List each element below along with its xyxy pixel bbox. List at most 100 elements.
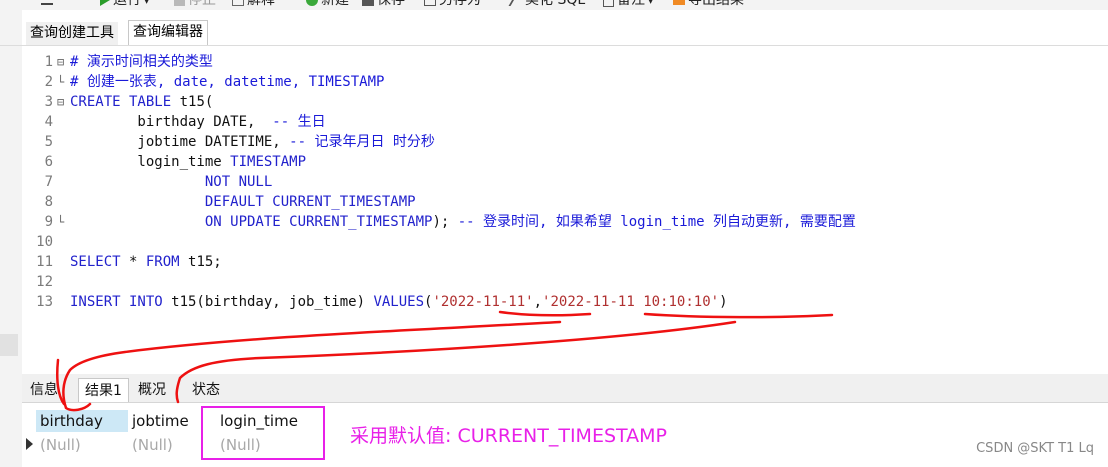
code-token: # 创建一张表, date, datetime, TIMESTAMP bbox=[70, 74, 385, 90]
code-line[interactable]: 11 SELECT * FROM t15; bbox=[22, 252, 1108, 272]
line-number: 6 bbox=[44, 154, 53, 170]
code-token: # 演示时间相关的类型 bbox=[70, 54, 213, 70]
code-token: ) bbox=[719, 294, 728, 310]
save-as-button[interactable]: 另存为 bbox=[424, 0, 481, 10]
line-number: 1 bbox=[44, 54, 53, 70]
code-token: TIMESTAMP bbox=[230, 154, 307, 170]
code-token: '2022-11-11' bbox=[432, 294, 534, 310]
code-token: login_time bbox=[70, 154, 231, 170]
tab-result-1[interactable]: 结果1 bbox=[78, 378, 129, 402]
code-text: login_time TIMESTAMP bbox=[70, 152, 306, 172]
line-number: 9 bbox=[44, 214, 53, 230]
code-line[interactable]: 7 NOT NULL bbox=[22, 172, 1108, 192]
save-icon bbox=[362, 0, 374, 6]
fold-marker-icon[interactable]: ⊟ bbox=[57, 92, 69, 112]
note-icon bbox=[603, 0, 614, 7]
export-results-button[interactable]: 导出结果 bbox=[673, 0, 744, 10]
watermark: CSDN @SKT T1 Lq bbox=[976, 441, 1094, 456]
wand-icon bbox=[508, 0, 526, 6]
code-token: t15; bbox=[179, 254, 222, 270]
code-line[interactable]: 8 DEFAULT CURRENT_TIMESTAMP bbox=[22, 192, 1108, 212]
tab-query-builder[interactable]: 查询创建工具 bbox=[26, 22, 118, 45]
sql-editor[interactable]: 1 ⊟ # 演示时间相关的类型 2 └ # 创建一张表, date, datetime, … bbox=[22, 46, 1108, 368]
save-button[interactable]: 保存 bbox=[362, 0, 405, 10]
code-token: jobtime DATETIME, bbox=[70, 134, 290, 150]
code-token: t15( bbox=[171, 94, 214, 110]
beautify-sql-button[interactable]: 美化 SQL bbox=[508, 0, 585, 10]
export-icon bbox=[673, 0, 685, 5]
code-line[interactable]: 9 └ ON UPDATE CURRENT_TIMESTAMP); -- 登录时间… bbox=[22, 212, 1108, 232]
code-line[interactable]: 4 birthday DATE, -- 生日 bbox=[22, 112, 1108, 132]
left-panel-edge bbox=[0, 0, 22, 467]
line-number: 12 bbox=[36, 274, 53, 290]
cell-jobtime[interactable]: (Null) bbox=[128, 434, 218, 456]
fold-marker-icon: └ bbox=[57, 75, 65, 89]
code-token: -- 登录时间, 如果希望 login_time 列自动更新, 需要配置 bbox=[457, 214, 856, 230]
cell-birthday[interactable]: (Null) bbox=[36, 434, 128, 456]
code-token: ON UPDATE CURRENT_TIMESTAMP bbox=[70, 214, 433, 230]
new-button[interactable]: 新建 bbox=[306, 0, 349, 10]
result-grid[interactable]: birthday jobtime login_time (Null) (Null… bbox=[22, 410, 352, 460]
code-text: # 创建一张表, date, datetime, TIMESTAMP bbox=[70, 72, 384, 92]
code-token: -- 生日 bbox=[272, 114, 326, 130]
code-text: # 演示时间相关的类型 bbox=[70, 52, 213, 72]
code-line[interactable]: 5 jobtime DATETIME, -- 记录年月日 时分秒 bbox=[22, 132, 1108, 152]
code-token: birthday DATE, bbox=[70, 114, 273, 130]
current-row-indicator-icon bbox=[26, 438, 33, 450]
code-line[interactable]: 3 ⊟ CREATE TABLE t15( bbox=[22, 92, 1108, 112]
code-text: birthday DATE, -- 生日 bbox=[70, 112, 326, 132]
line-number: 3 bbox=[44, 94, 53, 110]
explain-button[interactable]: 解释 bbox=[232, 0, 275, 10]
cell-login-time[interactable]: (Null) bbox=[216, 434, 326, 456]
explain-icon bbox=[232, 0, 244, 6]
code-text: NOT NULL bbox=[70, 172, 272, 192]
annotation-text: 采用默认值: CURRENT_TIMESTAMP bbox=[350, 425, 667, 447]
code-token: t15(birthday, job_time) bbox=[162, 294, 374, 310]
code-line[interactable]: 13 INSERT INTO t15(birthday, job_time) VA… bbox=[22, 292, 1108, 312]
code-token: NOT NULL bbox=[70, 174, 273, 190]
code-token: SELECT bbox=[70, 254, 121, 270]
add-icon bbox=[306, 0, 318, 6]
comment-button[interactable]: 备注 ▾ bbox=[603, 0, 653, 10]
run-button[interactable]: 运行 ▾ bbox=[100, 0, 149, 10]
toolbar: 运行 ▾ 停止 解释 新建 保存 另存为 美化 SQL 备注 ▾ 导出结果 bbox=[0, 0, 1108, 10]
code-token: -- 记录年月日 时分秒 bbox=[289, 134, 435, 150]
code-text: SELECT * FROM t15; bbox=[70, 252, 222, 272]
line-number: 7 bbox=[44, 174, 53, 190]
line-number: 8 bbox=[44, 194, 53, 210]
tab-status[interactable]: 状态 bbox=[186, 378, 226, 402]
column-header-birthday[interactable]: birthday bbox=[36, 410, 128, 432]
stop-button[interactable]: 停止 bbox=[174, 0, 216, 10]
line-number: 4 bbox=[44, 114, 53, 130]
code-token: DEFAULT CURRENT_TIMESTAMP bbox=[70, 194, 416, 210]
line-number: 11 bbox=[36, 254, 53, 270]
code-token: CREATE TABLE bbox=[70, 94, 172, 110]
tab-info[interactable]: 信息 bbox=[24, 378, 64, 402]
code-line[interactable]: 12 bbox=[22, 272, 1108, 292]
tab-query-editor[interactable]: 查询编辑器 bbox=[128, 20, 208, 46]
code-line[interactable]: 2 └ # 创建一张表, date, datetime, TIMESTAMP bbox=[22, 72, 1108, 92]
line-number: 2 bbox=[44, 74, 53, 90]
column-header-jobtime[interactable]: jobtime bbox=[128, 410, 218, 432]
left-panel-splitter[interactable] bbox=[0, 334, 18, 356]
code-line[interactable]: 6 login_time TIMESTAMP bbox=[22, 152, 1108, 172]
code-text: CREATE TABLE t15( bbox=[70, 92, 213, 112]
tab-overview[interactable]: 概况 bbox=[132, 378, 172, 402]
code-token: '2022-11-11 10:10:10' bbox=[542, 294, 720, 310]
code-text: jobtime DATETIME, -- 记录年月日 时分秒 bbox=[70, 132, 435, 152]
code-text: INSERT INTO t15(birthday, job_time) VALU… bbox=[70, 292, 728, 312]
fold-marker-icon[interactable]: ⊟ bbox=[57, 52, 69, 72]
code-line[interactable]: 10 bbox=[22, 232, 1108, 252]
code-token: VALUES bbox=[373, 294, 425, 310]
code-token: , bbox=[533, 294, 543, 310]
column-header-login-time[interactable]: login_time bbox=[216, 410, 326, 432]
menu-icon[interactable] bbox=[35, 0, 59, 10]
code-token: INSERT INTO bbox=[70, 294, 163, 310]
code-token: * bbox=[120, 254, 146, 270]
fold-marker-icon: └ bbox=[57, 215, 65, 229]
line-number: 5 bbox=[44, 134, 53, 150]
code-line[interactable]: 1 ⊟ # 演示时间相关的类型 bbox=[22, 52, 1108, 72]
code-token: FROM bbox=[145, 254, 180, 270]
line-number: 10 bbox=[36, 234, 53, 250]
stop-icon bbox=[174, 0, 185, 6]
